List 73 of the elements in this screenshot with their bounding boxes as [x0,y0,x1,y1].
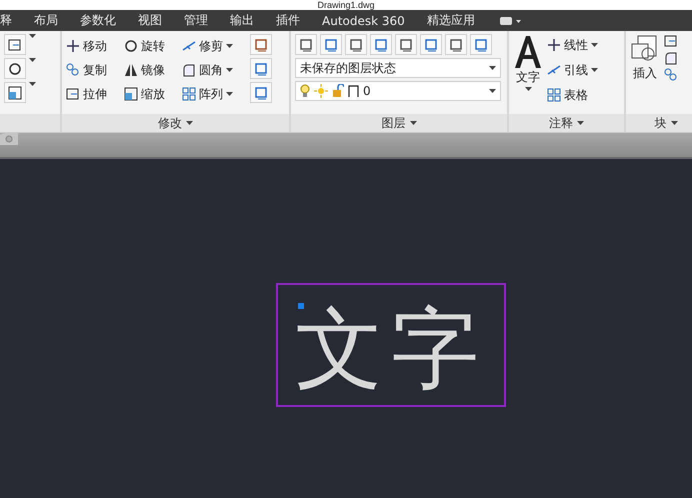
caret-icon [670,121,678,125]
caret-icon [591,68,598,72]
toolbar-button[interactable] [4,82,26,103]
color-swatch-icon [348,85,359,97]
tool-button[interactable]: 阵列 [182,86,246,102]
tool-button[interactable]: 圆角 [182,62,246,78]
caret-icon [591,43,598,47]
ribbon-tab[interactable]: 精选应用 [416,12,486,29]
tool-button[interactable]: 拉伸 [66,86,124,102]
panel-title[interactable]: 修改 [158,114,182,132]
insert-button[interactable]: 插入 [630,34,660,111]
caret-icon [29,82,36,86]
caret-icon [226,92,233,96]
caret-icon [489,66,496,70]
ribbon-tab[interactable]: 输出 [219,12,265,29]
caret-icon [186,121,193,125]
leader-icon [547,63,561,77]
layer-state-dropdown[interactable]: 未保存的图层状态 [295,58,501,78]
caret-icon [577,121,584,125]
toolbar-button[interactable] [295,34,317,55]
table-icon [547,88,561,102]
trim-icon [182,39,196,53]
toolbar-button[interactable] [250,34,272,55]
grip-handle[interactable] [298,303,304,309]
layer-dropdown[interactable]: 0 [295,81,501,101]
panel-footer [0,114,60,132]
caret-icon [29,58,36,62]
caret-icon [489,89,496,93]
rectangle-icon [8,38,22,52]
rotate-icon [124,39,138,53]
caret-icon [29,34,36,38]
tool-button[interactable]: 引线 [547,59,598,81]
toolbar-button[interactable] [445,34,467,55]
tool-button[interactable]: 复制 [66,62,124,78]
tool-button[interactable]: 移动 [66,38,124,54]
lightbulb-icon [300,84,310,98]
caret-icon [226,68,233,72]
hatch-icon [8,86,22,100]
ribbon-tab[interactable]: 释 [0,12,23,29]
fillet-icon [182,63,196,77]
drawing-text[interactable]: 文字 [295,305,487,393]
caret-icon [524,87,532,91]
mirror-icon [124,63,138,77]
panel-title[interactable]: 图层 [382,114,406,132]
panel-title[interactable]: 块 [654,114,666,132]
tool-button[interactable]: 表格 [547,84,598,106]
tool-button[interactable]: 线性 [547,34,598,56]
tool-button[interactable]: 镜像 [124,62,182,78]
ribbon-tab[interactable]: Autodesk 360 [311,14,416,28]
toolbar-button[interactable] [395,34,417,55]
letter-a-icon [513,34,543,68]
ribbon-tab[interactable]: 视图 [127,12,173,29]
sun-icon [314,84,328,98]
copy-icon [66,63,80,77]
tool-button[interactable]: 缩放 [124,86,182,102]
array-icon [182,87,196,101]
toolbar-button[interactable] [4,58,26,79]
toolbar-button[interactable] [4,34,26,55]
ribbon-tab[interactable]: 参数化 [69,12,127,29]
eye-icon [8,62,22,76]
text-tool-button[interactable]: 文字 [513,34,543,111]
caret-icon [410,121,416,125]
ribbon-tab[interactable]: 布局 [23,12,69,29]
caret-icon [226,44,233,48]
panel-title[interactable]: 注释 [549,114,573,132]
window-title: Drawing1.dwg [317,0,375,10]
tool-button[interactable]: 修剪 [182,38,246,54]
ribbon-tab[interactable]: 管理 [173,12,219,29]
unlock-icon [332,84,344,98]
ribbon-tab[interactable]: 插件 [265,12,311,29]
tool-button[interactable]: 旋转 [124,38,182,54]
toolbar-button[interactable] [345,34,367,55]
scale-icon [124,87,138,101]
